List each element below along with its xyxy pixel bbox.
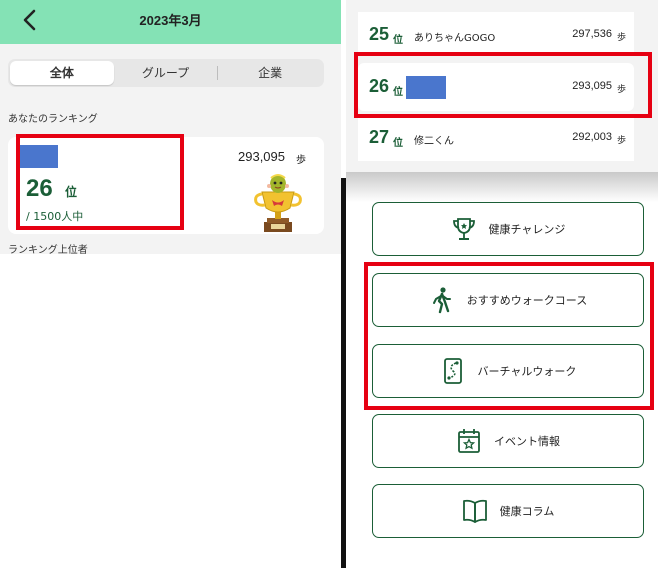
tab-group[interactable]: グループ [114, 61, 218, 85]
rank-steps: 292,003 [572, 131, 612, 143]
rank-number: 27 [369, 127, 390, 147]
rank-unit: 位 [393, 35, 403, 46]
app-header: 2023年3月 [0, 0, 341, 44]
tab-all[interactable]: 全体 [10, 61, 114, 85]
rank-username: 修二くん [414, 136, 454, 147]
recommended-walk-course-button[interactable]: おすすめウォークコース [372, 273, 644, 327]
rank-steps: 293,095 [572, 80, 612, 92]
health-column-button[interactable]: 健康コラム [372, 484, 644, 538]
my-rank-number: 26 [26, 175, 53, 202]
ranking-row-me[interactable]: 26 位 293,095 歩 [358, 63, 634, 111]
your-ranking-heading: あなたのランキング [8, 114, 98, 125]
menu-label: バーチャルウォーク [477, 365, 577, 378]
rank-number: 25 [369, 24, 390, 44]
calendar-star-icon [458, 429, 480, 453]
ranking-row[interactable]: 25 位 ありちゃんGOGO 297,536 歩 [358, 12, 634, 56]
rank-unit: 位 [393, 87, 403, 98]
shadow-gradient [346, 172, 658, 202]
open-book-icon [462, 499, 487, 523]
rank-steps: 297,536 [572, 28, 612, 40]
rank-unit: 位 [393, 138, 403, 149]
panel-divider-dark [341, 178, 346, 568]
menu-label: イベント情報 [494, 435, 560, 448]
health-challenge-button[interactable]: 健康チャレンジ [372, 202, 644, 256]
page-title: 2023年3月 [139, 13, 202, 28]
trophy-icon [452, 218, 475, 240]
virtual-walk-button[interactable]: バーチャルウォーク [372, 344, 644, 398]
top-rankers-heading: ランキング上位者 [8, 245, 88, 254]
smartphone-route-icon [443, 358, 462, 384]
menu-label: おすすめウォークコース [466, 294, 588, 307]
redacted-username [18, 145, 58, 168]
menu-label: 健康チャレンジ [488, 223, 566, 236]
walking-person-icon [432, 287, 451, 314]
rank-steps-unit: 歩 [616, 85, 626, 95]
my-steps-unit: 歩 [296, 155, 306, 166]
tab-company[interactable]: 企業 [218, 61, 322, 85]
ranking-scope-tabs: 全体 グループ 企業 [8, 59, 324, 87]
redacted-username [406, 76, 446, 99]
total-participants: / 1500人中 [26, 210, 84, 223]
event-info-button[interactable]: イベント情報 [372, 414, 644, 468]
rank-steps-unit: 歩 [616, 136, 626, 146]
ranking-row[interactable]: 27 位 修二くん 292,003 歩 [358, 117, 634, 161]
rank-username: ありちゃんGOGO [414, 33, 496, 44]
rank-number: 26 [369, 76, 390, 96]
my-steps: 293,095 [238, 149, 285, 164]
ranking-screen: 2023年3月 全体 グループ 企業 あなたのランキング 26 位 / 1500… [0, 0, 341, 254]
trophy-mascot-icon [254, 174, 302, 232]
menu-label: 健康コラム [499, 505, 555, 518]
rank-steps-unit: 歩 [616, 33, 626, 43]
ranking-list: 25 位 ありちゃんGOGO 297,536 歩 26 位 293,095 歩 … [346, 0, 658, 172]
my-rank-unit: 位 [65, 185, 78, 199]
